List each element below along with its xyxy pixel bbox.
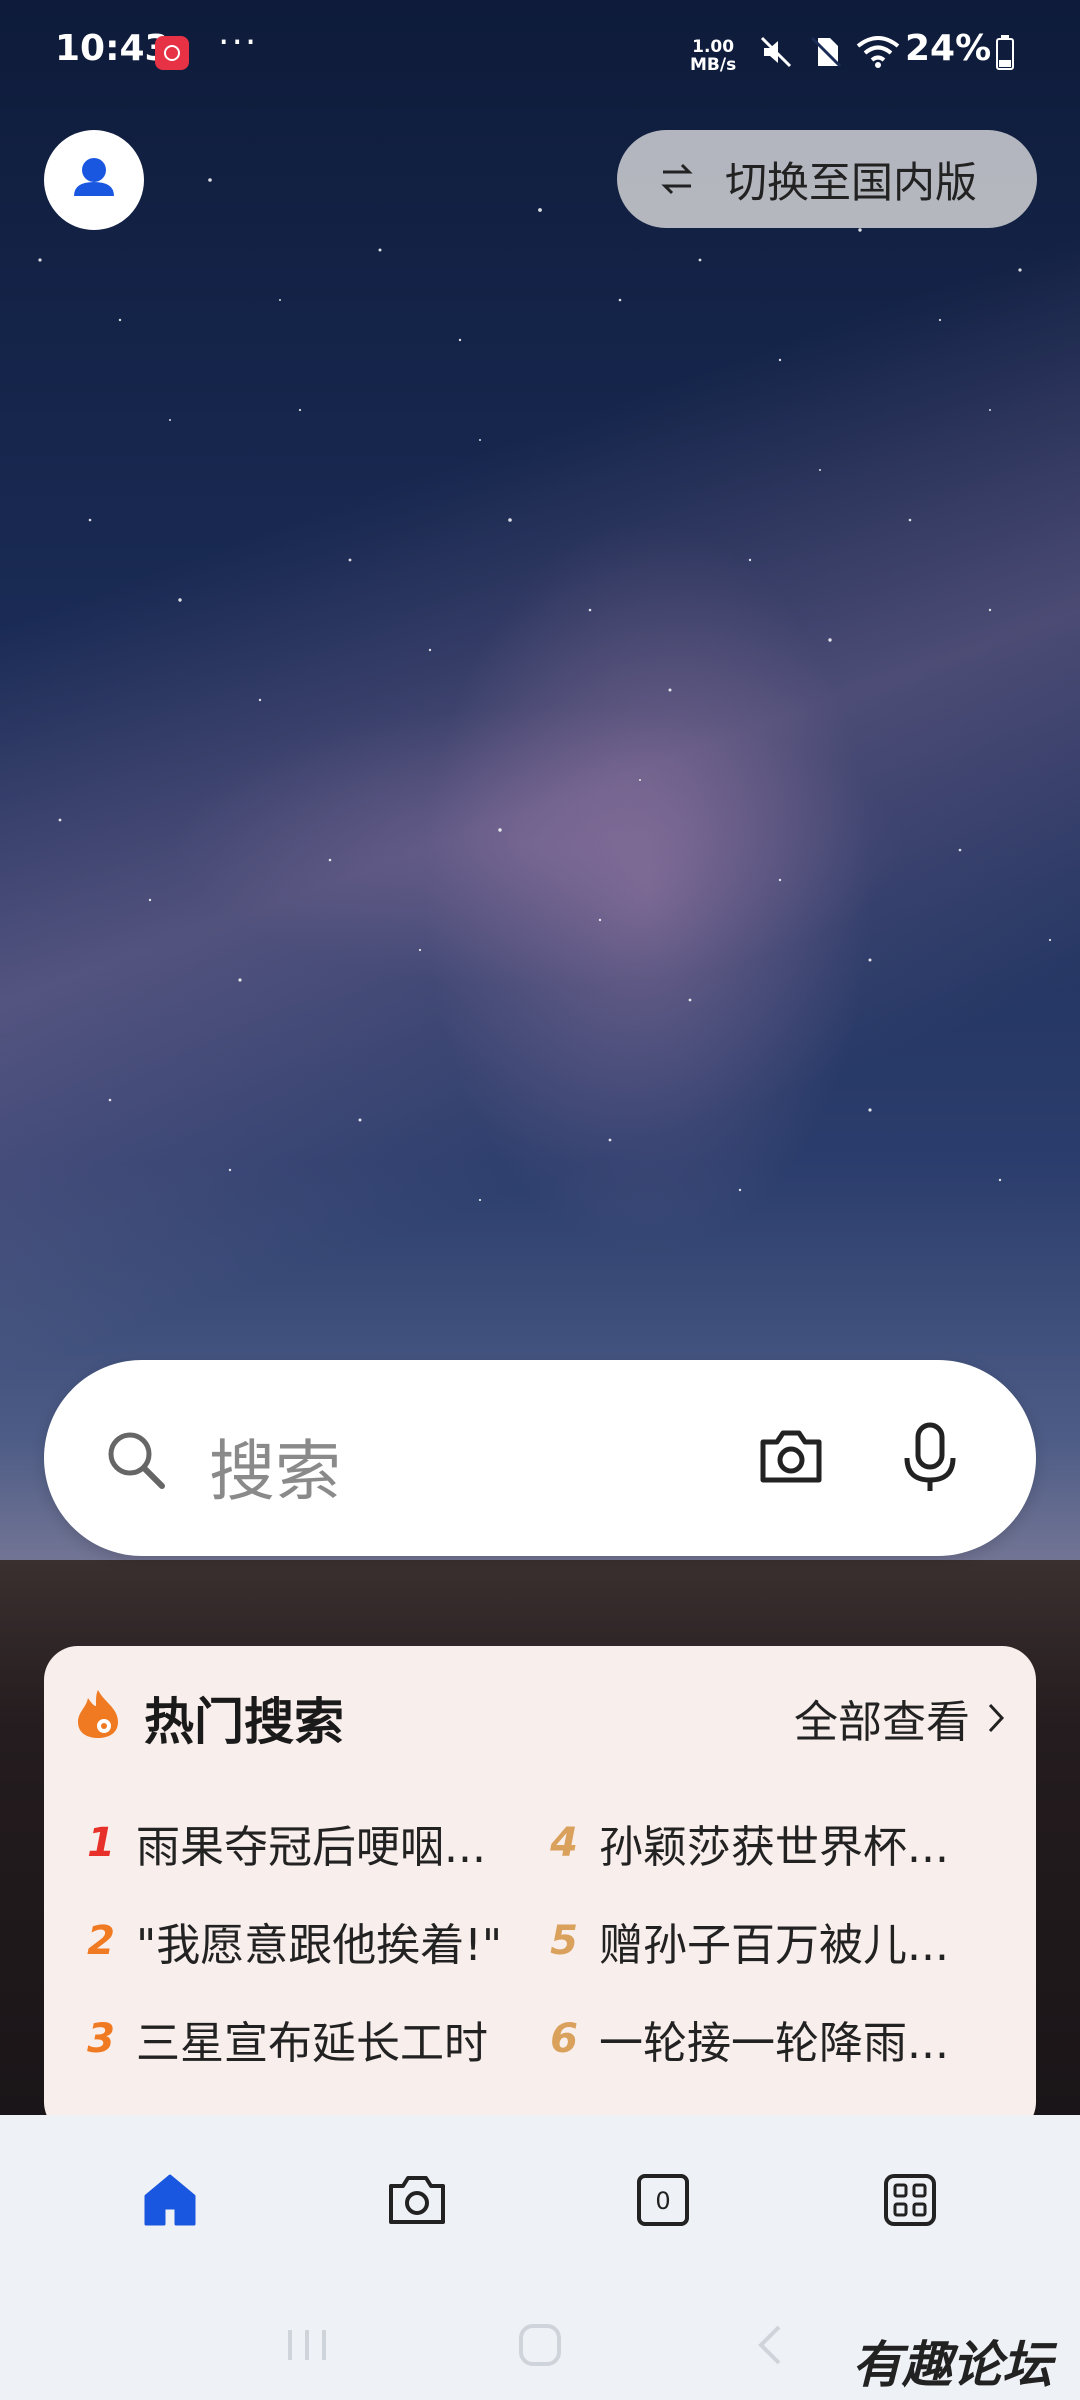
- search-icon: [108, 1432, 165, 1489]
- home-icon: [144, 2174, 196, 2226]
- hot-search-item[interactable]: 3 三星宣布延长工时: [76, 2004, 516, 2074]
- hot-search-item[interactable]: 2 "我愿意跟他挨着!": [76, 1906, 516, 1976]
- no-sim-icon: [810, 36, 842, 68]
- flame-icon: [78, 1690, 118, 1738]
- hot-rank: 1: [87, 1820, 115, 1866]
- net-speed: 1.00 MB/s: [690, 38, 736, 74]
- search-placeholder: 搜索: [209, 1433, 341, 1510]
- tabs-count: 0: [655, 2187, 670, 2215]
- nav-apps[interactable]: [875, 2165, 945, 2235]
- user-icon: [74, 158, 114, 196]
- view-all-link[interactable]: 全部查看: [794, 1686, 1006, 1750]
- camera-search-icon[interactable]: [758, 1426, 824, 1486]
- nav-tabs[interactable]: 0: [628, 2165, 698, 2235]
- battery-icon: [996, 35, 1014, 70]
- more-notifications-icon: ···: [218, 22, 259, 63]
- hot-rank: 4: [550, 1820, 578, 1866]
- hot-rank: 5: [550, 1918, 578, 1964]
- net-speed-unit: MB/s: [690, 55, 737, 75]
- hot-text: 三星宣布延长工时: [136, 2018, 488, 2069]
- chevron-right-icon: [988, 1703, 1005, 1733]
- battery-percent: 24%: [905, 28, 992, 69]
- mute-icon: [760, 36, 792, 68]
- bottom-nav: 0: [0, 2115, 1080, 2285]
- watermark: 有趣论坛: [852, 2335, 1052, 2394]
- view-all-label: 全部查看: [794, 1697, 970, 1748]
- apps-grid-icon: [884, 2174, 936, 2226]
- hot-rank: 6: [550, 2016, 578, 2062]
- status-bar: 10:43 ··· 1.00 MB/s 24%: [0, 0, 1080, 110]
- wifi-icon: [856, 36, 900, 68]
- hot-rank: 3: [87, 2016, 115, 2062]
- hot-search-item[interactable]: 6 一轮接一轮降雨...: [539, 2004, 979, 2074]
- screen-record-icon: [155, 36, 189, 70]
- profile-avatar-button[interactable]: [44, 130, 144, 230]
- hot-search-item[interactable]: 5 赠孙子百万被儿...: [539, 1906, 979, 1976]
- hot-search-item[interactable]: 4 孙颖莎获世界杯...: [539, 1808, 979, 1878]
- system-nav-bar: 有趣论坛: [0, 2285, 1080, 2400]
- hot-rank: 2: [87, 1918, 115, 1964]
- back-icon[interactable]: [755, 2323, 785, 2367]
- camera-icon: [389, 2176, 445, 2224]
- home-system-icon[interactable]: [518, 2323, 562, 2367]
- nav-home[interactable]: [135, 2165, 205, 2235]
- hot-text: 孙颖莎获世界杯...: [599, 1822, 949, 1873]
- swap-arrows-icon: [661, 163, 693, 195]
- nav-camera[interactable]: [382, 2165, 452, 2235]
- hot-search-item[interactable]: 1 雨果夺冠后哽咽...: [76, 1808, 516, 1878]
- hot-search-card: 热门搜索 全部查看 1 雨果夺冠后哽咽... 2 "我愿意跟他挨着!" 3 三星…: [44, 1646, 1036, 2136]
- tabs-icon: 0: [637, 2174, 689, 2226]
- status-time: 10:43: [55, 28, 170, 69]
- net-speed-value: 1.00: [692, 37, 735, 57]
- switch-region-label: 切换至国内版: [725, 157, 978, 207]
- hot-text: 雨果夺冠后哽咽...: [136, 1822, 486, 1873]
- switch-region-button[interactable]: 切换至国内版: [617, 130, 1037, 228]
- hot-text: 一轮接一轮降雨...: [599, 2018, 949, 2069]
- hot-text: "我愿意跟他挨着!": [136, 1920, 503, 1971]
- hot-text: 赠孙子百万被儿...: [599, 1920, 949, 1971]
- hot-search-title: 热门搜索: [144, 1693, 344, 1751]
- microphone-icon[interactable]: [899, 1422, 961, 1494]
- recents-icon[interactable]: [282, 2325, 332, 2365]
- search-bar[interactable]: 搜索: [44, 1360, 1036, 1556]
